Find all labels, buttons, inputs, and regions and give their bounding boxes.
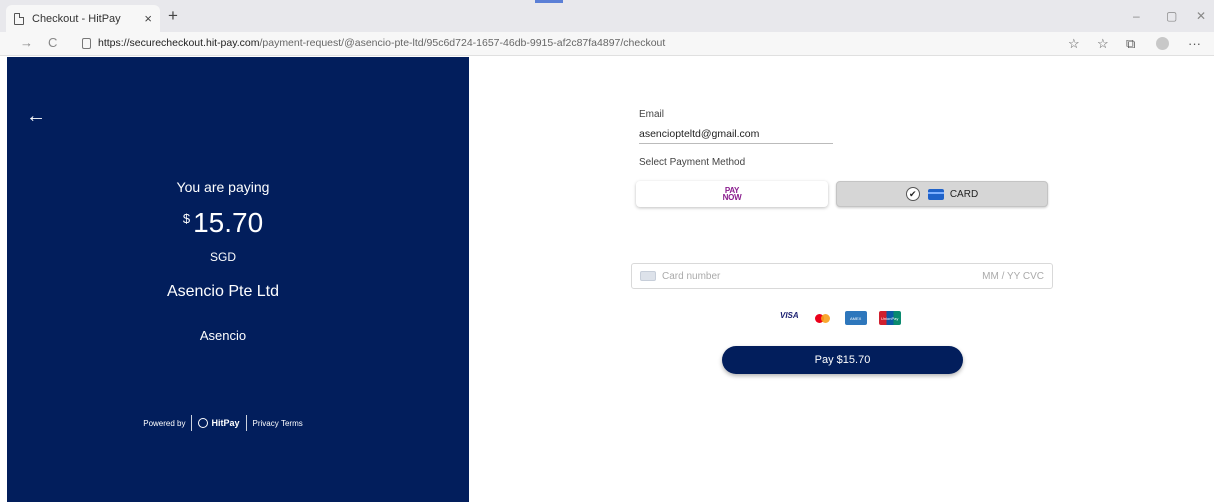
page-icon (14, 12, 24, 25)
url-host: https://securecheckout.hit-pay.com (98, 37, 260, 49)
email-input[interactable] (639, 124, 833, 144)
accepted-card-brands: VISA AMEX UnionPay (780, 311, 913, 325)
url-path: /payment-request/@asencio-pte-ltd/95c6d7… (259, 37, 666, 49)
profile-icon[interactable] (1156, 37, 1169, 50)
card-option-label: CARD (949, 188, 979, 200)
store-name: Asencio (199, 328, 247, 343)
hitpay-logo-text: HitPay (211, 418, 240, 428)
card-option[interactable]: ✔ CARD (836, 181, 1048, 207)
card-placeholder-icon (640, 271, 656, 281)
payment-amount: $15.70 (7, 207, 439, 239)
email-label: Email (639, 109, 665, 120)
expiry-cvc-placeholder: MM / YY CVC (982, 270, 1044, 282)
favorites-icon[interactable]: ☆ (1097, 36, 1109, 52)
credit-card-icon (927, 188, 944, 200)
merchant-name: Asencio Pte Ltd (166, 283, 280, 300)
payment-summary-panel: ← You are paying $15.70 SGD Asencio Pte … (7, 57, 469, 502)
amex-icon: AMEX (844, 311, 867, 325)
restore-button[interactable]: ▢ (1166, 9, 1177, 23)
url-field[interactable]: https://securecheckout.hit-pay.com/payme… (98, 37, 665, 49)
amount-value: 15.70 (193, 207, 264, 238)
more-menu-icon[interactable]: ··· (1188, 36, 1201, 51)
divider (191, 415, 193, 431)
card-number-placeholder: Card number (662, 270, 721, 282)
address-bar: → C https://securecheckout.hit-pay.com/p… (0, 32, 1214, 56)
back-arrow-icon[interactable]: ← (26, 105, 46, 128)
collections-icon[interactable]: ⧉ (1126, 36, 1135, 52)
new-tab-button[interactable]: + (168, 6, 178, 26)
paynow-logo-bottom: NOW (722, 193, 742, 202)
paynow-option[interactable]: PAY NOW (636, 181, 828, 207)
terms-link[interactable]: Terms (281, 419, 303, 428)
tab-close-icon[interactable]: × (144, 11, 152, 26)
site-info-icon[interactable] (82, 38, 91, 49)
mastercard-icon (814, 311, 831, 325)
paying-label: You are paying (176, 179, 270, 195)
tab-loading-indicator (535, 0, 563, 3)
divider (245, 415, 247, 431)
forward-button[interactable]: → (20, 35, 33, 50)
powered-by-label: Powered by (143, 418, 186, 428)
browser-tab-bar: Checkout - HitPay × + – ▢ ✕ (0, 0, 1214, 32)
check-icon: ✔ (905, 187, 920, 201)
hitpay-logo[interactable]: HitPay (198, 418, 240, 428)
tab-title: Checkout - HitPay (32, 12, 121, 25)
browser-tab[interactable]: Checkout - HitPay × (6, 5, 160, 32)
currency-symbol: $ (182, 211, 191, 226)
refresh-button[interactable]: C (48, 35, 57, 50)
paynow-logo: PAY NOW (722, 187, 742, 202)
currency-code: SGD (209, 250, 236, 264)
visa-icon: VISA (780, 311, 799, 320)
read-aloud-icon[interactable]: ☆ (1068, 36, 1080, 52)
pay-button[interactable]: Pay $15.70 (722, 346, 963, 374)
unionpay-icon: UnionPay (878, 311, 901, 325)
close-window-button[interactable]: ✕ (1196, 9, 1206, 23)
privacy-link[interactable]: Privacy (253, 419, 279, 428)
minimize-button[interactable]: – (1133, 9, 1140, 23)
hitpay-logo-icon (198, 418, 209, 428)
card-number-input[interactable]: Card number MM / YY CVC (631, 263, 1053, 289)
powered-by-footer: Powered by HitPay Privacy Terms (7, 415, 439, 431)
payment-method-label: Select Payment Method (639, 157, 746, 168)
